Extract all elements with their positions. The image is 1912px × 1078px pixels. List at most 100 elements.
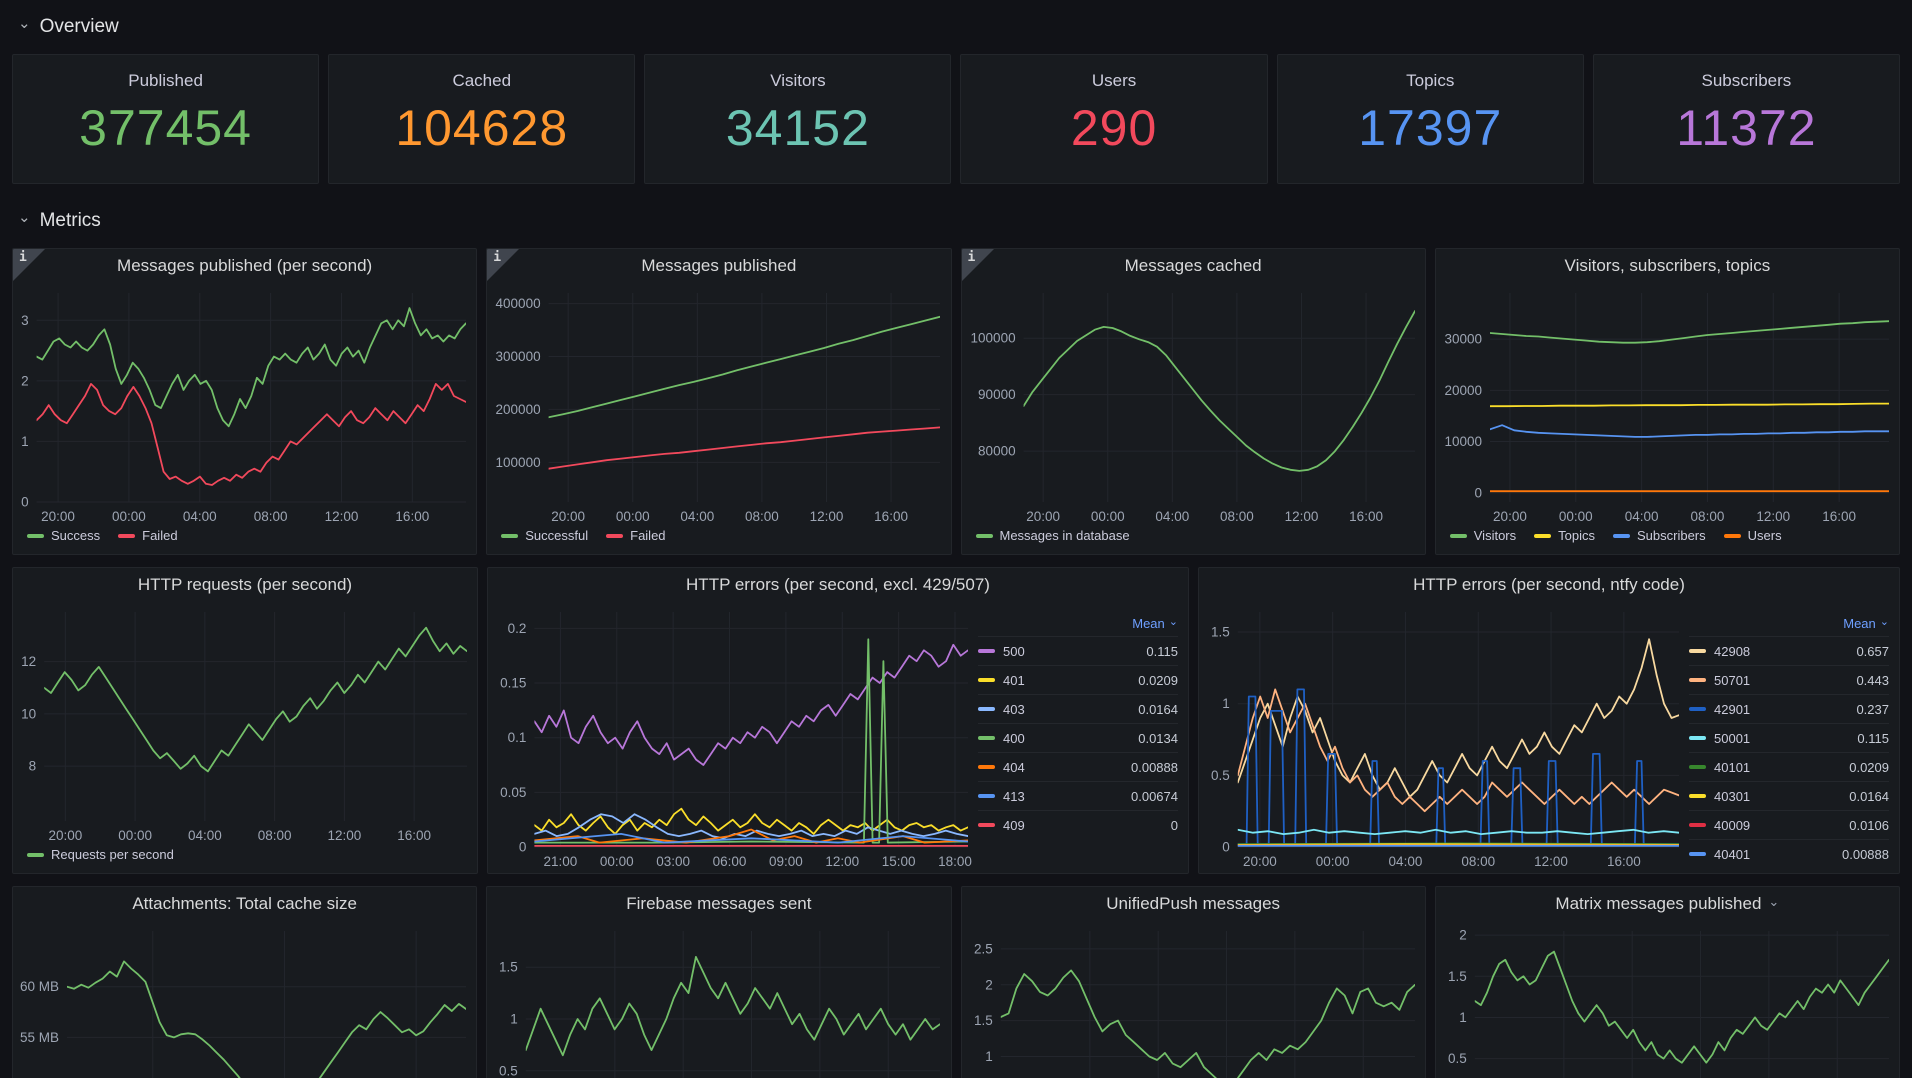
panel-title-firebase-messages-sent[interactable]: Firebase messages sent [487,887,950,921]
legend-item-requests-per-second[interactable]: Requests per second [27,847,174,862]
stat-title: Users [1092,71,1136,91]
legend-row-40101[interactable]: 401010.0209 [1689,752,1889,781]
svg-text:0: 0 [519,840,527,855]
panel-title-messages-cached[interactable]: Messages cached [962,249,1425,283]
stat-value: 34152 [726,103,870,153]
legend-row-400[interactable]: 4000.0134 [978,723,1178,752]
svg-text:90000: 90000 [978,387,1016,402]
legend-item-messages-in-database[interactable]: Messages in database [976,528,1130,543]
panel-title-http-errors-excl[interactable]: HTTP errors (per second, excl. 429/507) [488,568,1188,602]
legend-mean-value: 0 [1171,818,1178,833]
series-color-bar [501,534,518,538]
legend-label: 40401 [1689,847,1842,862]
svg-text:16:00: 16:00 [1607,854,1641,869]
legend-table-sort-mean[interactable]: Mean⌄ [978,610,1178,636]
svg-text:21:00: 21:00 [544,854,578,869]
legend-label-text: 42901 [1714,702,1750,717]
legend-item-failed[interactable]: Failed [118,528,177,543]
legend-label: 50701 [1689,673,1856,688]
legend-item-subscribers[interactable]: Subscribers [1613,528,1706,543]
legend-row-40009[interactable]: 400090.0106 [1689,810,1889,839]
svg-text:0.5: 0.5 [1211,768,1230,783]
chart-panel-messages-cached: iMessages cached20:0000:0004:0008:0012:0… [961,248,1426,555]
legend-row-404[interactable]: 4040.00888 [978,752,1178,781]
section-overview[interactable]: ⌄ Overview [18,14,1900,40]
svg-text:12:00: 12:00 [1756,509,1790,524]
series-color-bar [1534,534,1551,538]
svg-text:06:00: 06:00 [713,854,747,869]
legend-row-50701[interactable]: 507010.443 [1689,665,1889,694]
series-color-bar [1689,649,1706,653]
legend-item-topics[interactable]: Topics [1534,528,1595,543]
chart-canvas-visitors-subscribers-topics[interactable]: 20:0000:0004:0008:0012:0016:003000020000… [1436,283,1899,528]
panel-title-http-errors-ntfy[interactable]: HTTP errors (per second, ntfy code) [1199,568,1899,602]
panel-title-unifiedpush-messages[interactable]: UnifiedPush messages [962,887,1425,921]
legend-row-50001[interactable]: 500010.115 [1689,723,1889,752]
legend-row-413[interactable]: 4130.00674 [978,781,1178,810]
svg-text:1: 1 [1459,1010,1467,1025]
panel-title-attachments-total-cache-size[interactable]: Attachments: Total cache size [13,887,476,921]
panel-body: 2.521.51 [962,921,1425,1078]
chart-canvas-http-errors-ntfy[interactable]: 20:0000:0004:0008:0012:0016:001.510.50 [1199,602,1689,873]
chart-canvas-messages-published-per-second[interactable]: 20:0000:0004:0008:0012:0016:003210 [13,283,476,528]
legend-item-success[interactable]: Success [27,528,100,543]
legend-row-40301[interactable]: 403010.0164 [1689,781,1889,810]
legend-label-text: 404 [1003,760,1025,775]
series-line-500 [534,645,968,765]
legend-item-successful[interactable]: Successful [501,528,588,543]
svg-text:0.05: 0.05 [500,785,526,800]
legend-item-visitors[interactable]: Visitors [1450,528,1516,543]
chart-canvas-messages-published[interactable]: 20:0000:0004:0008:0012:0016:004000003000… [487,283,950,528]
panel-info-icon[interactable]: i [487,249,519,281]
legend-mean-value: 0.00888 [1842,847,1889,862]
legend-row-403[interactable]: 4030.0164 [978,694,1178,723]
panel-info-icon[interactable]: i [962,249,994,281]
legend-mean-value: 0.657 [1856,644,1889,659]
panel-title-text: HTTP requests (per second) [138,575,352,595]
chart-canvas-attachments-total-cache-size[interactable]: 60 MB55 MB [13,921,476,1078]
panel-title-messages-published-per-second[interactable]: Messages published (per second) [13,249,476,283]
panel-body: 20:0000:0004:0008:0012:0016:0012108 [13,602,477,847]
panel-title-text: Firebase messages sent [626,894,811,914]
stat-title: Visitors [770,71,825,91]
legend-label: 401 [978,673,1138,688]
legend-label: 500 [978,644,1146,659]
chart-svg: 21:0000:0003:0006:0009:0012:0015:0018:00… [488,602,978,873]
panel-info-icon[interactable]: i [13,249,45,281]
legend-table-sort-mean[interactable]: Mean⌄ [1689,610,1889,636]
chart-canvas-firebase-messages-sent[interactable]: 1.510.5 [487,921,950,1078]
chart-canvas-unifiedpush-messages[interactable]: 2.521.51 [962,921,1425,1078]
legend-row-500[interactable]: 5000.115 [978,636,1178,665]
legend-label: 42901 [1689,702,1856,717]
chart-canvas-http-errors-excl[interactable]: 21:0000:0003:0006:0009:0012:0015:0018:00… [488,602,978,873]
legend-row-409[interactable]: 4090 [978,810,1178,839]
series-color-bar [978,678,995,682]
legend-mean-value: 0.115 [1857,731,1889,746]
chart-panel-visitors-subscribers-topics: Visitors, subscribers, topics20:0000:000… [1435,248,1900,555]
panel-title-visitors-subscribers-topics[interactable]: Visitors, subscribers, topics [1436,249,1899,283]
legend-label-text: Requests per second [51,847,174,862]
svg-text:00:00: 00:00 [1090,509,1124,524]
chart-canvas-matrix-messages-published[interactable]: 21.510.5 [1436,921,1899,1078]
panel-title-messages-published[interactable]: Messages published [487,249,950,283]
panel-title-matrix-messages-published[interactable]: Matrix messages published⌄ [1436,887,1899,921]
svg-text:20:00: 20:00 [1243,854,1277,869]
svg-text:0: 0 [1474,485,1482,500]
svg-text:1.5: 1.5 [1211,625,1230,640]
chart-svg: 20:0000:0004:0008:0012:0016:003210 [13,283,476,528]
legend-row-42901[interactable]: 429010.237 [1689,694,1889,723]
chart-canvas-messages-cached[interactable]: 20:0000:0004:0008:0012:0016:001000009000… [962,283,1425,528]
svg-text:0.5: 0.5 [499,1063,518,1078]
legend-item-users[interactable]: Users [1724,528,1782,543]
legend-row-42908[interactable]: 429080.657 [1689,636,1889,665]
svg-text:12: 12 [21,654,36,669]
panel-title-http-requests-per-second[interactable]: HTTP requests (per second) [13,568,477,602]
svg-text:16:00: 16:00 [1349,509,1383,524]
legend-row-401[interactable]: 4010.0209 [978,665,1178,694]
svg-text:12:00: 12:00 [327,828,361,843]
chart-canvas-http-requests-per-second[interactable]: 20:0000:0004:0008:0012:0016:0012108 [13,602,477,847]
legend-row-40401[interactable]: 404010.00888 [1689,839,1889,868]
legend-table-header-label: Mean [1843,616,1876,631]
section-metrics[interactable]: ⌄ Metrics [18,208,1900,234]
legend-item-failed[interactable]: Failed [606,528,665,543]
